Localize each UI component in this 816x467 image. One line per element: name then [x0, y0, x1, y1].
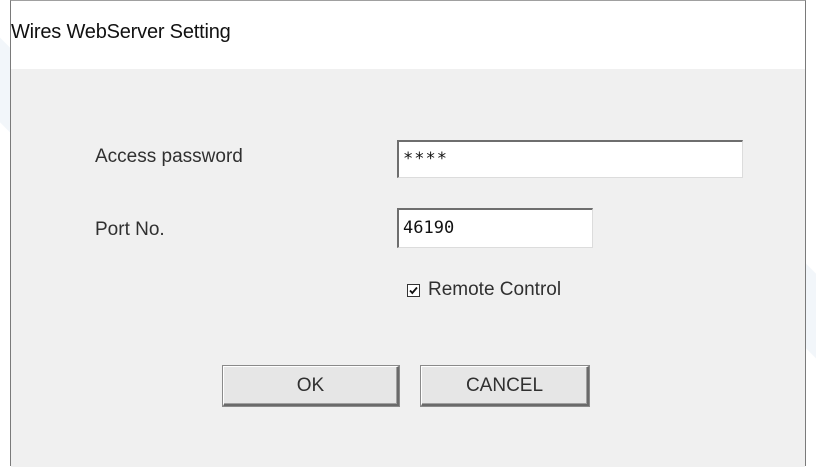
access-password-field[interactable]: ****	[397, 140, 743, 178]
dialog-window: Wires WebServer Setting Access password …	[10, 0, 806, 467]
port-number-label: Port No.	[95, 219, 165, 240]
checkmark-icon	[409, 286, 418, 294]
remote-control-label: Remote Control	[428, 279, 562, 300]
cancel-button[interactable]: CANCEL	[421, 366, 589, 406]
remote-control-option[interactable]: Remote Control	[407, 277, 561, 303]
window-title: Wires WebServer Setting	[11, 21, 231, 43]
dialog-body: Access password **** Port No. 46190 Remo…	[11, 69, 805, 467]
port-number-field[interactable]: 46190	[397, 208, 593, 248]
ok-button[interactable]: OK	[223, 366, 399, 406]
remote-control-checkbox[interactable]	[407, 283, 420, 297]
title-bar[interactable]: Wires WebServer Setting	[11, 1, 805, 69]
access-password-label: Access password	[95, 146, 243, 167]
